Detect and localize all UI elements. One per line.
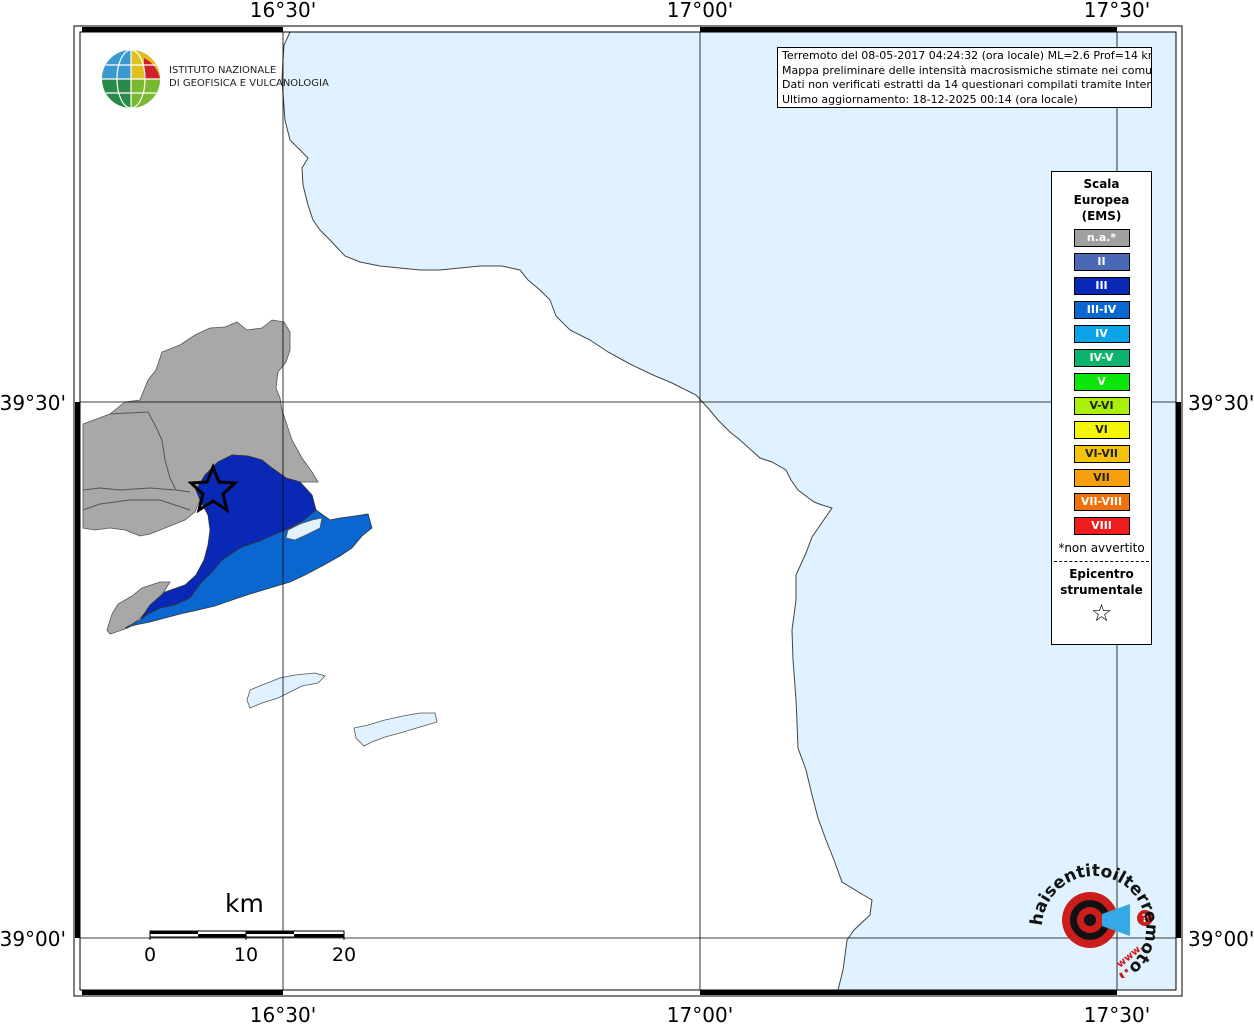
- legend-item: III-IV: [1073, 301, 1130, 319]
- info-line: Mappa preliminare delle intensità macros…: [782, 63, 1152, 77]
- info-line: Ultimo aggiornamento: 18-12-2025 00:14 (…: [782, 92, 1078, 106]
- legend-item: III: [1073, 277, 1130, 295]
- ingv-logo: ISTITUTO NAZIONALE DI GEOFISICA E VULCAN…: [100, 48, 340, 110]
- lon-label-bottom: 16°30': [250, 1003, 316, 1024]
- scale-tick-label: 10: [233, 944, 259, 966]
- legend-item: V: [1073, 373, 1130, 391]
- info-line: Terremoto del 08-05-2017 04:24:32 (ora l…: [782, 49, 1152, 62]
- logo-line2: DI GEOFISICA E VULCANOLOGIA: [169, 78, 329, 89]
- scale-unit: km: [225, 889, 264, 918]
- legend-item: VII-VIII: [1073, 493, 1130, 511]
- lon-label-top: 17°00': [667, 0, 733, 22]
- lon-label-top: 17°30': [1084, 0, 1150, 22]
- legend-item: n.a.*: [1073, 229, 1130, 247]
- event-info-box: Terremoto del 08-05-2017 04:24:32 (ora l…: [777, 47, 1152, 108]
- lon-label-bottom: 17°30': [1084, 1003, 1150, 1024]
- legend-title: Scala Europea (EMS): [1052, 176, 1151, 224]
- lat-label-left: 39°00': [0, 927, 66, 951]
- legend-item: IV: [1073, 325, 1130, 343]
- legend-items: n.a.* II III III-IV IV IV-V V V-VI VI VI-VII VII VI…: [1052, 229, 1151, 535]
- legend-epicenter-label: Epicentro strumentale: [1052, 566, 1151, 598]
- info-line: Dati non verificati estratti da 14 quest…: [782, 78, 1152, 91]
- legend-item: VI-VII: [1073, 445, 1130, 463]
- haisentito-logo: ? haisentitoilterremoto.it www.: [1024, 843, 1163, 987]
- legend-title-line: Europea: [1073, 193, 1130, 207]
- lat-label-left: 39°30': [0, 391, 66, 415]
- legend-item: IV-V: [1073, 349, 1130, 367]
- globe-logo-icon: [102, 49, 160, 109]
- legend-item: II: [1073, 253, 1130, 271]
- lat-label-right: 39°30': [1188, 391, 1254, 415]
- legend-note: *non avvertito: [1058, 541, 1145, 555]
- ems-legend: Scala Europea (EMS) n.a.* II III III-IV IV IV…: [1051, 171, 1152, 645]
- legend-title-line: Scala: [1083, 177, 1120, 191]
- legend-epicenter-line: Epicentro: [1069, 567, 1134, 581]
- logo-text: ISTITUTO NAZIONALE DI GEOFISICA E VULCAN…: [169, 64, 329, 90]
- haisentito-logo-icon: ? haisentitoilterremoto.it www.: [1024, 843, 1162, 987]
- legend-item: VI: [1073, 421, 1130, 439]
- legend-divider: [1054, 561, 1149, 562]
- legend-star-icon: ☆: [1090, 599, 1113, 627]
- legend-item: VII: [1073, 469, 1130, 487]
- lon-label-top: 16°30': [250, 0, 316, 22]
- legend-item: VIII: [1073, 517, 1130, 535]
- lat-label-right: 39°00': [1188, 927, 1254, 951]
- logo-line1: ISTITUTO NAZIONALE: [169, 65, 277, 76]
- legend-title-line: (EMS): [1081, 209, 1122, 223]
- lon-label-bottom: 17°00': [667, 1003, 733, 1024]
- legend-epicenter-line: strumentale: [1060, 583, 1143, 597]
- scale-tick-label: 20: [331, 944, 357, 966]
- scale-tick-label: 0: [143, 944, 157, 966]
- legend-item: V-VI: [1073, 397, 1130, 415]
